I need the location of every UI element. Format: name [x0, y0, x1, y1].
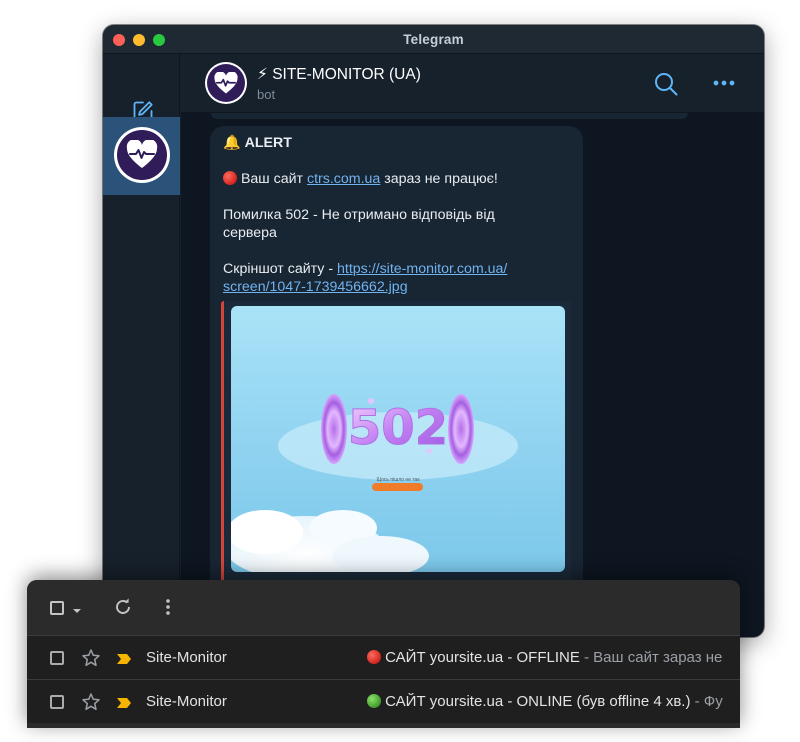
telegram-window: Telegram ⚡ SITE-MONITOR (UA) bot 🔔 ALERT… [103, 25, 764, 637]
error-line-2: сервера [223, 225, 277, 241]
search-button[interactable] [653, 71, 679, 97]
caret-down-icon [73, 609, 81, 613]
star-button[interactable] [81, 648, 101, 668]
error-code-text: 502 [348, 400, 448, 456]
important-marker[interactable] [116, 652, 132, 664]
row-sender: Site-Monitor [146, 693, 227, 710]
star-icon [82, 693, 100, 711]
screenshot-link[interactable]: https://site-monitor.com.ua/ [337, 261, 507, 277]
window-titlebar: Telegram [103, 25, 764, 54]
chat-avatar[interactable] [205, 62, 247, 104]
error-502-illustration: 502 [231, 394, 518, 572]
chat-title[interactable]: ⚡ SITE-MONITOR (UA) [257, 65, 421, 84]
row-subject: САЙТ yoursite.ua - OFFLINE - Ваш сайт за… [367, 649, 740, 666]
preview-home-button [372, 483, 423, 491]
star-button[interactable] [81, 692, 101, 712]
important-icon [117, 654, 131, 664]
gmail-panel: Site-Monitor САЙТ yoursite.ua - OFFLINE … [27, 580, 740, 728]
row-subject: САЙТ yoursite.ua - ONLINE (був offline 4… [367, 693, 740, 710]
important-icon [117, 698, 131, 708]
row-checkbox[interactable] [50, 651, 64, 665]
more-button[interactable] [161, 597, 175, 617]
offline-line: Ваш сайт ctrs.com.ua зараз не працює! [223, 170, 573, 188]
refresh-icon [116, 598, 130, 614]
error-line-1: Помилка 502 - Не отримано відповідь від [223, 207, 495, 223]
chat-item-site-monitor[interactable] [103, 117, 180, 195]
chat-sidebar [103, 54, 180, 637]
green-circle-icon [367, 694, 381, 708]
table-row[interactable]: Site-Monitor САЙТ yoursite.ua - OFFLINE … [27, 635, 740, 679]
select-all-checkbox[interactable] [50, 601, 64, 615]
inbox-toolbar [27, 580, 740, 635]
important-marker[interactable] [116, 696, 132, 708]
row-snippet: - Ваш сайт зараз не [579, 649, 723, 666]
chat-status: bot [257, 87, 276, 102]
preview-image[interactable]: 502 Щось пішло не так [231, 306, 565, 572]
more-horizontal-icon [713, 80, 735, 86]
previous-message-bubble [211, 113, 688, 119]
chat-header: ⚡ SITE-MONITOR (UA) bot [181, 54, 764, 113]
row-snippet: - Фу [690, 693, 723, 710]
heart-pulse-icon [126, 140, 158, 168]
more-vert-icon [166, 599, 170, 615]
more-options-button[interactable] [711, 76, 739, 90]
site-link[interactable]: ctrs.com.ua [307, 171, 380, 187]
window-title: Telegram [403, 32, 464, 47]
message-text: 🔔 ALERT Ваш сайт ctrs.com.ua зараз не пр… [223, 134, 573, 296]
row-sender: Site-Monitor [146, 649, 227, 666]
search-icon [655, 73, 678, 96]
red-circle-icon [367, 650, 381, 664]
table-row[interactable]: Site-Monitor САЙТ yoursite.ua - ONLINE (… [27, 679, 740, 723]
screenshot-link-cont[interactable]: screen/1047-1739456662.jpg [223, 279, 408, 295]
row-checkbox[interactable] [50, 695, 64, 709]
message-list[interactable]: 🔔 ALERT Ваш сайт ctrs.com.ua зараз не пр… [181, 113, 764, 637]
alert-heading: 🔔 ALERT [223, 135, 292, 151]
star-icon [82, 649, 100, 667]
message-bubble[interactable]: 🔔 ALERT Ваш сайт ctrs.com.ua зараз не пр… [210, 126, 583, 637]
screenshot-line: Скріншот сайту - https://site-monitor.co… [223, 261, 508, 277]
refresh-button[interactable] [113, 597, 133, 617]
select-dropdown-button[interactable] [71, 603, 83, 613]
red-circle-icon [223, 171, 237, 185]
heart-pulse-icon [214, 71, 238, 93]
avatar [114, 127, 170, 183]
bell-icon: 🔔 [223, 135, 241, 151]
